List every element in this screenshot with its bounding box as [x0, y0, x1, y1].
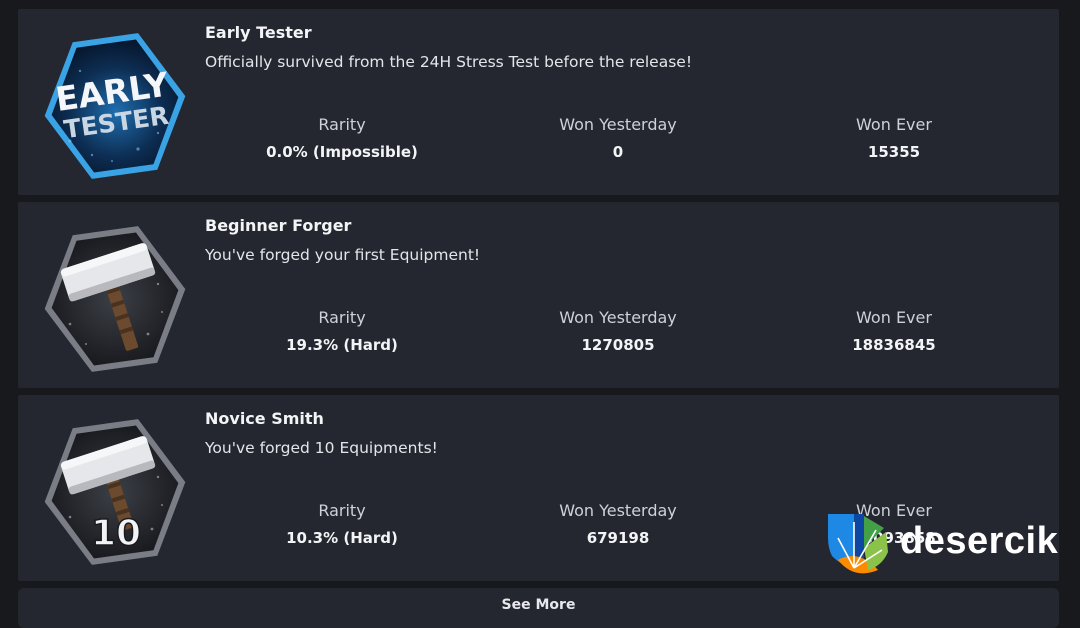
achievement-card-early-tester: EARLY TESTER Early Tester Officially sur…: [18, 9, 1059, 195]
stat-label: Rarity: [318, 308, 366, 327]
stat-label: Won Yesterday: [559, 501, 677, 520]
achievement-description: You've forged your first Equipment!: [205, 246, 481, 264]
badge-number: 10: [91, 513, 141, 554]
stat-won-ever: Won Ever 15355: [784, 115, 1004, 161]
achievement-title: Beginner Forger: [205, 216, 352, 235]
stat-won-yesterday: Won Yesterday 0: [508, 115, 728, 161]
stat-rarity: Rarity 0.0% (Impossible): [232, 115, 452, 161]
stat-value: 10.3% (Hard): [286, 529, 398, 547]
see-more-button[interactable]: See More: [18, 588, 1059, 628]
stat-value: 679198: [586, 529, 650, 547]
stat-label: Won Ever: [856, 115, 932, 134]
stat-value: 15355: [867, 143, 921, 161]
watermark-text: desercik: [900, 520, 1059, 562]
achievement-list: EARLY TESTER Early Tester Officially sur…: [18, 9, 1059, 588]
stat-value: 0: [612, 143, 624, 161]
achievement-title: Early Tester: [205, 23, 312, 42]
stat-label: Rarity: [318, 115, 366, 134]
hammer-badge-icon: [40, 224, 190, 374]
achievement-title: Novice Smith: [205, 409, 324, 428]
desercik-logo-icon: [828, 514, 888, 574]
stat-label: Won Ever: [856, 308, 932, 327]
early-tester-badge-icon: EARLY TESTER: [40, 31, 190, 181]
stat-value: 0.0% (Impossible): [266, 143, 418, 161]
stat-rarity: Rarity 19.3% (Hard): [232, 308, 452, 354]
stat-label: Rarity: [318, 501, 366, 520]
stat-value: 1270805: [581, 336, 655, 354]
achievement-card-beginner-forger: Beginner Forger You've forged your first…: [18, 202, 1059, 388]
achievement-description: Officially survived from the 24H Stress …: [205, 53, 693, 71]
hammer-10-badge-icon: 10: [40, 417, 190, 567]
stat-won-yesterday: Won Yesterday 1270805: [508, 308, 728, 354]
stat-label: Won Yesterday: [559, 308, 677, 327]
stat-rarity: Rarity 10.3% (Hard): [232, 501, 452, 547]
stat-value: 19.3% (Hard): [286, 336, 398, 354]
stat-won-ever: Won Ever 18836845: [784, 308, 1004, 354]
achievement-description: You've forged 10 Equipments!: [205, 439, 438, 457]
stat-label: Won Yesterday: [559, 115, 677, 134]
watermark: desercik: [824, 508, 1074, 584]
stat-value: 18836845: [852, 336, 936, 354]
stat-won-yesterday: Won Yesterday 679198: [508, 501, 728, 547]
